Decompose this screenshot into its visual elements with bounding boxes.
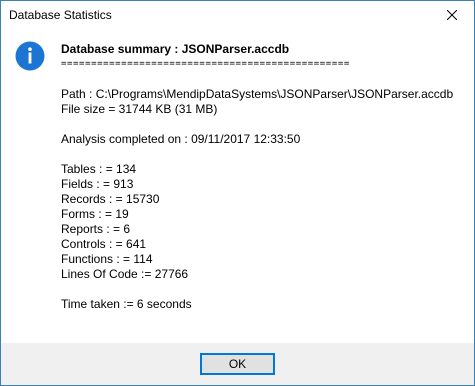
path-line: Path : C:\Programs\MendipDataSystems\JSO… xyxy=(61,87,454,101)
ok-button[interactable]: OK xyxy=(200,353,275,375)
title-bar[interactable]: Database Statistics xyxy=(1,1,474,30)
separator-line: ========================================… xyxy=(61,59,350,69)
stat-line: Tables : = 134 xyxy=(61,162,137,176)
stat-line: Lines Of Code := 27766 xyxy=(61,267,189,281)
dialog-window: Database Statistics Database summary : J… xyxy=(0,0,475,386)
file-size-line: File size = 31744 KB (31 MB) xyxy=(61,102,218,116)
dialog-content: Database summary : JSONParser.accdb ====… xyxy=(1,30,474,343)
stat-line: Forms : = 19 xyxy=(61,207,129,221)
stat-line: Controls : = 641 xyxy=(61,237,147,251)
close-button[interactable] xyxy=(430,1,474,30)
button-bar: OK xyxy=(1,343,474,385)
window-title: Database Statistics xyxy=(9,8,112,22)
message-text: Database summary : JSONParser.accdb ====… xyxy=(61,42,466,312)
info-icon xyxy=(15,41,45,71)
stat-line: Records : = 15730 xyxy=(61,192,160,206)
analysis-line: Analysis completed on : 09/11/2017 12:33… xyxy=(61,132,301,146)
time-taken-line: Time taken := 6 seconds xyxy=(61,297,192,311)
summary-heading: Database summary : JSONParser.accdb xyxy=(61,42,290,56)
stat-line: Reports : = 6 xyxy=(61,222,131,236)
stat-line: Functions : = 114 xyxy=(61,252,153,266)
close-icon xyxy=(447,10,457,20)
stat-line: Fields : = 913 xyxy=(61,177,134,191)
